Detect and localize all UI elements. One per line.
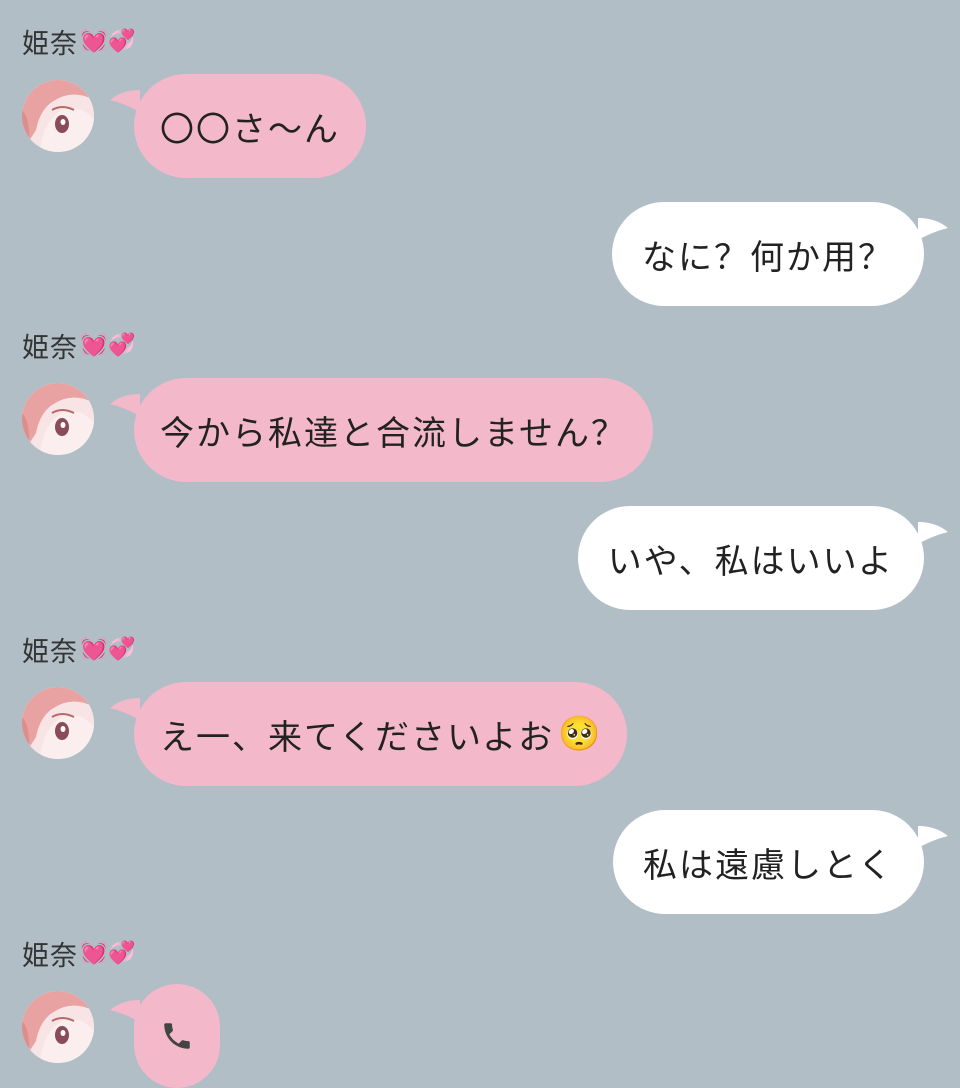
sender-name: 姫奈 💓💞	[22, 630, 137, 669]
message-text: 今から私達と合流しません？	[160, 413, 627, 454]
sender-name-text: 姫奈	[22, 637, 78, 668]
phone-icon	[164, 1023, 190, 1049]
sender-name-text: 姫奈	[22, 333, 78, 364]
bubble-tail	[110, 394, 140, 416]
message-text: 私は遠慮しとく	[643, 845, 894, 886]
bubble-tail	[918, 826, 948, 848]
heart-badge-icon: 💓💞	[80, 940, 137, 966]
avatar[interactable]	[22, 383, 94, 455]
avatar-image	[22, 383, 94, 455]
message-text: 〇〇さ～ん	[160, 109, 340, 150]
bubble-tail	[918, 522, 948, 544]
outgoing-message-bubble[interactable]: 私は遠慮しとく	[613, 810, 948, 914]
bubble-tail	[110, 1000, 140, 1022]
sender-name: 姫奈 💓💞	[22, 326, 137, 365]
message-text: いや、私はいいよ	[607, 541, 894, 582]
heart-badge-icon: 💓💞	[80, 636, 137, 662]
incoming-message-bubble[interactable]: え一、来てくださいよお 🥺	[110, 682, 627, 786]
avatar[interactable]	[22, 991, 94, 1063]
avatar-image	[22, 80, 94, 152]
sender-name-text: 姫奈	[22, 29, 78, 60]
avatar-image	[22, 687, 94, 759]
message-text: なに？何か用？	[642, 237, 894, 278]
incoming-call-bubble[interactable]	[110, 984, 220, 1088]
bubble-tail	[110, 698, 140, 720]
heart-badge-icon: 💓💞	[80, 332, 137, 358]
heart-badge-icon: 💓💞	[80, 28, 137, 54]
avatar-image	[22, 991, 94, 1063]
chat-thread[interactable]: 姫奈 💓💞 〇〇さ～ん なに？何か用？ 姫奈 💓💞 今から私達と合流しません？ …	[0, 0, 960, 1088]
avatar[interactable]	[22, 80, 94, 152]
incoming-message-bubble[interactable]: 〇〇さ～ん	[110, 74, 366, 178]
incoming-message-bubble[interactable]: 今から私達と合流しません？	[110, 378, 653, 482]
sender-name: 姫奈 💓💞	[22, 934, 137, 973]
avatar[interactable]	[22, 687, 94, 759]
outgoing-message-bubble[interactable]: なに？何か用？	[612, 202, 948, 306]
sender-name: 姫奈 💓💞	[22, 22, 137, 61]
pleading-face-icon: 🥺	[558, 714, 601, 754]
bubble-tail	[110, 90, 140, 112]
outgoing-message-bubble[interactable]: いや、私はいいよ	[577, 506, 948, 610]
bubble-tail	[918, 218, 948, 240]
sender-name-text: 姫奈	[22, 941, 78, 972]
message-text: え一、来てくださいよお	[160, 717, 555, 758]
